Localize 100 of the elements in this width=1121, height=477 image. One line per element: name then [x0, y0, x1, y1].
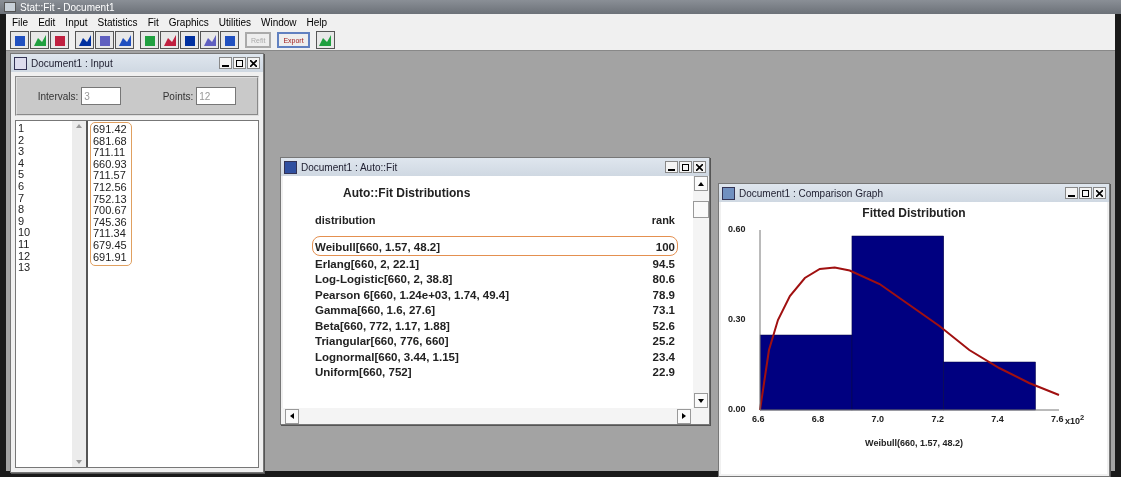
- toolbar-button[interactable]: [200, 31, 219, 49]
- menu-item[interactable]: Help: [302, 16, 332, 28]
- vertical-scrollbar[interactable]: [693, 176, 709, 408]
- scroll-up-icon: [76, 124, 82, 128]
- toolbar-button[interactable]: [315, 31, 335, 49]
- menu-item[interactable]: File: [8, 16, 33, 28]
- data-value: 700.67: [93, 205, 127, 217]
- y-tick-label: 0.60: [728, 224, 746, 234]
- field-label: Points:: [162, 90, 194, 102]
- x-tick-label: 6.6: [752, 414, 765, 424]
- data-value: 681.68: [93, 135, 127, 148]
- rank-value: 80.6: [652, 273, 675, 287]
- distribution-row[interactable]: Pearson 6[660, 1.24e+03, 1.74, 49.4] 78.9: [312, 287, 678, 303]
- data-value: 712.56: [93, 181, 127, 194]
- row-number: 6: [17, 180, 26, 193]
- row-number: 5: [17, 169, 26, 181]
- distribution-name: Log-Logistic[660, 2, 38.8]: [315, 273, 453, 287]
- maximize-button[interactable]: [679, 161, 692, 173]
- rank-value: 94.5: [652, 257, 675, 271]
- distribution-row[interactable]: Log-Logistic[660, 2, 38.8] 80.6: [312, 272, 678, 288]
- chart-icon: [722, 186, 735, 200]
- tool-icon: [182, 33, 197, 47]
- distribution-row[interactable]: Gamma[660, 1.6, 27.6] 73.1: [312, 303, 678, 319]
- scroll-up-button[interactable]: [694, 176, 708, 191]
- menu-item[interactable]: Graphics: [164, 16, 213, 28]
- chart-title: Fitted Distribution: [862, 206, 966, 220]
- row-number: 7: [17, 192, 26, 205]
- toolbar-button[interactable]: [30, 31, 49, 49]
- window-title: Document1 : Auto::Fit: [301, 161, 399, 173]
- maximize-button[interactable]: [1079, 187, 1092, 199]
- distribution-name: Weibull[660, 1.57, 48.2]: [315, 241, 441, 255]
- distribution-name: Beta[660, 772, 1.17, 1.88]: [315, 319, 450, 333]
- horizontal-scrollbar[interactable]: [281, 408, 709, 424]
- menu-item[interactable]: Utilities: [214, 16, 255, 28]
- distribution-name: Lognormal[660, 3.44, 1.15]: [315, 350, 459, 364]
- toolbar-button[interactable]: [95, 31, 114, 49]
- minimize-button[interactable]: [665, 161, 678, 173]
- minimize-button[interactable]: [219, 57, 232, 69]
- column-header: rank: [651, 214, 675, 226]
- maximize-icon: [1082, 189, 1089, 197]
- scrollbar[interactable]: [72, 121, 88, 467]
- rank-value: 78.9: [652, 288, 675, 302]
- menu-item[interactable]: Input: [61, 16, 92, 28]
- distribution-row[interactable]: Beta[660, 772, 1.17, 1.88] 52.6: [312, 318, 678, 334]
- scroll-left-button[interactable]: [285, 408, 299, 424]
- menu-item[interactable]: Statistics: [93, 16, 142, 28]
- toolbar-button[interactable]: [180, 31, 199, 49]
- app-icon: [4, 2, 16, 12]
- distribution-row[interactable]: Erlang[660, 2, 22.1] 94.5: [312, 256, 678, 272]
- x-axis-label: Weibull(660, 1.57, 48.2): [864, 438, 964, 448]
- window-title: Document1 : Input: [31, 57, 114, 69]
- close-button[interactable]: [247, 57, 260, 69]
- distribution-row[interactable]: Weibull[660, 1.57, 48.2] 100: [312, 236, 678, 256]
- distribution-name: Pearson 6[660, 1.24e+03, 1.74, 49.4]: [315, 288, 510, 302]
- rank-value: 73.1: [652, 304, 675, 318]
- menu-item[interactable]: Edit: [34, 16, 60, 28]
- tool-icon: [222, 33, 237, 47]
- toolbar-button[interactable]: [10, 31, 29, 49]
- distribution-row[interactable]: Triangular[660, 776, 660] 25.2: [312, 334, 678, 350]
- rank-value: 25.2: [652, 335, 675, 349]
- toolbar-button[interactable]: [220, 31, 239, 49]
- toolbar-button[interactable]: [50, 31, 69, 49]
- toolbar-button[interactable]: [115, 31, 134, 49]
- scroll-down-button[interactable]: [694, 393, 708, 408]
- up-arrow-icon: [698, 181, 704, 186]
- distribution-name: Erlang[660, 2, 22.1]: [315, 257, 420, 271]
- toolbar-button[interactable]: [160, 31, 179, 49]
- row-number: 8: [17, 204, 26, 216]
- rank-value: 22.9: [652, 366, 675, 380]
- close-button[interactable]: [1093, 187, 1106, 199]
- down-arrow-icon: [698, 398, 704, 403]
- data-value: 711.57: [93, 170, 127, 182]
- maximize-button[interactable]: [233, 57, 246, 69]
- scroll-right-button[interactable]: [677, 408, 691, 424]
- x-tick-label: 7.2: [931, 414, 944, 424]
- data-value: 711.34: [93, 228, 127, 240]
- document-icon: [284, 160, 297, 174]
- app-title: Stat::Fit - Document1: [20, 1, 115, 13]
- right-arrow-icon: [682, 413, 686, 419]
- rank-value: 100: [655, 241, 675, 255]
- column-header: distribution: [315, 214, 376, 226]
- row-number: 12: [17, 250, 32, 263]
- scroll-thumb[interactable]: [693, 201, 709, 218]
- menu-item[interactable]: Window: [257, 16, 301, 28]
- toolbar-button[interactable]: [140, 31, 159, 49]
- tool-icon: [32, 33, 47, 47]
- close-button[interactable]: [693, 161, 706, 173]
- distribution-row[interactable]: Uniform[660, 752] 22.9: [312, 365, 678, 381]
- minimize-button[interactable]: [1065, 187, 1078, 199]
- left-arrow-icon: [290, 413, 294, 419]
- distribution-row[interactable]: Lognormal[660, 3.44, 1.15] 23.4: [312, 349, 678, 365]
- x-tick-label: 7.0: [871, 414, 885, 424]
- row-number: 9: [17, 215, 26, 228]
- data-value: 679.45: [93, 239, 127, 252]
- row-number: 13: [17, 262, 32, 274]
- data-value: 691.42: [93, 124, 127, 136]
- toolbar-button[interactable]: [75, 31, 94, 49]
- maximize-icon: [682, 163, 689, 171]
- y-tick-label: 0.30: [728, 314, 746, 324]
- menu-item[interactable]: Fit: [143, 16, 163, 28]
